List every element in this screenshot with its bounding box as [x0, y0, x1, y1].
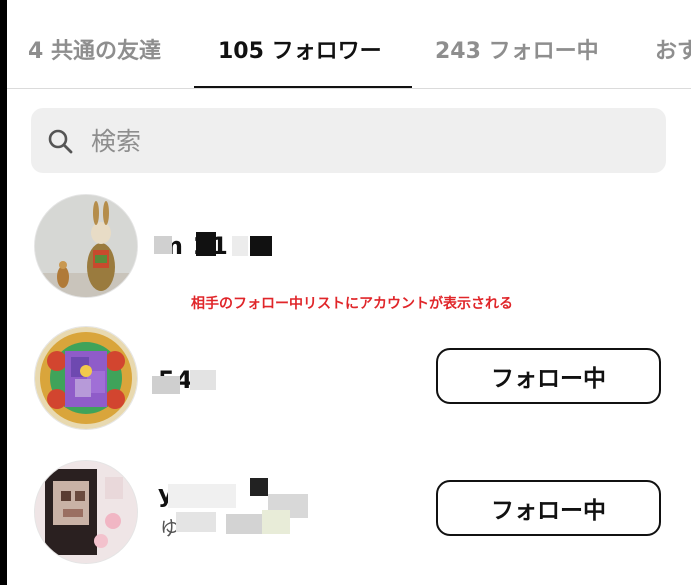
redaction-mask [232, 236, 248, 256]
redaction-mask [226, 514, 262, 534]
following-button[interactable]: フォロー中 [436, 480, 661, 536]
active-tab-indicator [194, 86, 412, 88]
tab-mutual-friends[interactable]: 4 共通の友達 [28, 33, 161, 65]
avatar-photo [35, 327, 137, 429]
redaction-mask [152, 376, 180, 394]
search-bar[interactable] [31, 108, 666, 173]
redaction-mask [196, 232, 216, 256]
window-edge [0, 0, 7, 585]
avatar-photo [35, 461, 137, 563]
redaction-mask [250, 478, 268, 496]
tab-bar: 4 共通の友達 105 フォロワー 243 フォロー中 おす [7, 0, 691, 89]
tab-following[interactable]: 243 フォロー中 [435, 33, 599, 65]
redaction-mask [190, 370, 216, 390]
avatar[interactable] [34, 460, 138, 564]
redaction-mask [262, 510, 290, 534]
tab-followers[interactable]: 105 フォロワー [218, 33, 382, 65]
search-icon [48, 129, 73, 154]
avatar-photo [35, 195, 137, 297]
avatar[interactable] [34, 326, 138, 430]
following-button[interactable]: フォロー中 [436, 348, 661, 404]
search-input[interactable] [89, 122, 633, 160]
tab-suggested[interactable]: おす [655, 33, 691, 65]
redaction-mask [168, 484, 236, 508]
redaction-mask [250, 236, 272, 256]
redaction-mask [176, 512, 216, 532]
redaction-mask [154, 236, 172, 254]
annotation-note: 相手のフォロー中リストにアカウントが表示される [191, 296, 513, 312]
avatar[interactable] [34, 194, 138, 298]
